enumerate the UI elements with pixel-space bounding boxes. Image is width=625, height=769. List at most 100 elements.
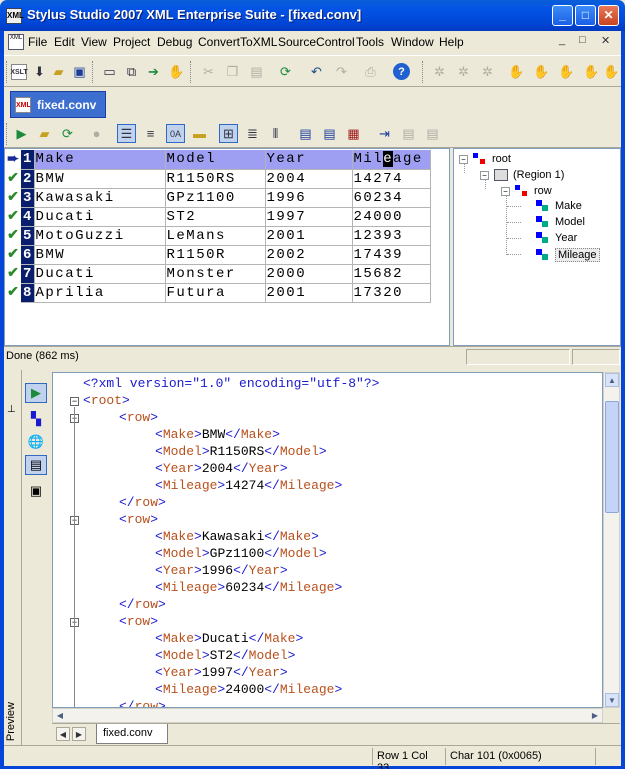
ruler-icon[interactable]: ▬ [190,124,209,143]
code-line[interactable]: <row> [119,512,158,529]
print-icon[interactable]: ⎙ [361,62,380,81]
xslt-icon[interactable]: XSLT [10,64,28,80]
mdi-close-button[interactable]: ✕ [601,34,610,47]
table-row[interactable]: ✔ 6 BMW R1150R 2002 17439 [5,245,431,265]
grid-cell[interactable]: Year [265,150,353,170]
grid-cell[interactable]: Make [34,150,166,170]
preview-rail[interactable]: ⊥ Preview [4,370,22,745]
tree-node-row[interactable]: − row [501,185,552,197]
grid-cell[interactable]: Kawasaki [34,188,166,208]
open-icon[interactable]: ▰ [35,124,54,143]
menu-tools[interactable]: Tools [356,35,384,49]
horizontal-scrollbar[interactable]: ◀ ▶ [52,708,603,723]
code-line[interactable]: <Model>R1150RS</Model> [155,444,327,461]
grid-cell[interactable]: Ducati [34,207,166,227]
paste-icon[interactable]: ▤ [247,62,266,81]
grid-cell[interactable]: 14274 [352,169,431,189]
list-view-icon[interactable]: ☰ [117,124,136,143]
code-line[interactable]: </row> [119,495,166,512]
convert-icon[interactable]: ⟳ [58,124,77,143]
code-line[interactable]: <Model>ST2</Model> [155,648,295,665]
grid-cell[interactable]: BMW [34,245,166,265]
align-left-icon[interactable]: ▤ [296,124,315,143]
debug-stop-icon[interactable]: ✲ [478,62,497,81]
toolbar-grip[interactable] [422,61,425,83]
breakpoint-icon[interactable]: ✋ [507,62,526,81]
text-view-icon[interactable]: ▤ [25,455,47,475]
code-line[interactable]: <row> [119,410,158,427]
grid-cell[interactable]: 2002 [265,245,353,265]
collapse-icon[interactable]: − [480,170,489,180]
row-number[interactable]: 4 [21,207,35,227]
grid-cell[interactable]: 60234 [352,188,431,208]
grid-cell[interactable]: 2001 [265,226,353,246]
grid-cell[interactable]: Futura [165,283,266,303]
grid-cell[interactable]: Monster [165,264,266,284]
grid-cell[interactable]: 17439 [352,245,431,265]
app-icon[interactable]: XML [6,8,24,24]
scroll-right-arrow-icon[interactable]: ▶ [588,709,602,722]
code-line[interactable]: </row> [119,597,166,614]
menu-converttoxml[interactable]: ConvertToXML [198,35,277,49]
table-row[interactable]: ✔ 4 Ducati ST2 1997 24000 [5,207,431,227]
code-line[interactable]: <Mileage>60234</Mileage> [155,580,342,597]
column-lines-icon[interactable]: ⦀ [266,124,285,143]
menu-window[interactable]: Window [391,35,434,49]
grid-cell[interactable]: 2000 [265,264,353,284]
open-folder-icon[interactable]: ▰ [49,62,68,81]
code-line[interactable]: <Model>GPz1100</Model> [155,546,327,563]
copy-icon[interactable]: ❐ [223,62,242,81]
lines-icon[interactable]: ≡ [141,124,160,143]
debug-run-icon[interactable]: ✲ [430,62,449,81]
run-icon[interactable]: ▶ [12,124,31,143]
maximize-button[interactable]: □ [575,5,596,26]
close-button[interactable]: ✕ [598,5,619,26]
tree-node-mileage[interactable]: Mileage [536,248,600,262]
grid-cell[interactable]: MotoGuzzi [34,226,166,246]
scrollbar-thumb[interactable] [605,401,619,513]
refresh-icon[interactable]: ⟳ [276,62,295,81]
document-icon[interactable]: XML [8,34,24,50]
tree-node-make[interactable]: Make [536,200,582,212]
grid-cell[interactable]: R1150RS [165,169,266,189]
collapse-icon[interactable]: − [459,154,468,164]
debug-end-icon[interactable]: ✋ [602,62,621,81]
table-row[interactable]: ➨ 1 Make Model Year Mileage [5,150,431,170]
code-line[interactable]: <?xml version="1.0" encoding="utf-8"?> [83,376,379,393]
step-into-icon[interactable]: ✋ [532,62,551,81]
forward-icon[interactable]: ➔ [144,62,163,81]
save-output-icon[interactable]: ▣ [25,481,47,501]
menu-project[interactable]: Project [113,35,150,49]
grid-cell[interactable]: 2001 [265,283,353,303]
grid-cell[interactable]: LeMans [165,226,266,246]
stop-icon[interactable]: ● [87,124,106,143]
fold-toggle-icon[interactable]: − [70,397,79,406]
grid-cell[interactable]: 17320 [352,283,431,303]
preview-run-icon[interactable]: ▶ [25,383,47,403]
grid-cell[interactable]: Mileage [352,150,431,170]
code-line[interactable]: <Mileage>24000</Mileage> [155,682,342,699]
table-row[interactable]: ✔ 7 Ducati Monster 2000 15682 [5,264,431,284]
menu-help[interactable]: Help [439,35,464,49]
grid-cell[interactable]: Aprilia [34,283,166,303]
menu-edit[interactable]: Edit [54,35,75,49]
vertical-scrollbar[interactable]: ▲ ≡ ▼ [603,372,620,708]
cut-icon[interactable]: ✂ [199,62,218,81]
grid-cell[interactable]: 1997 [265,207,353,227]
grid-cell[interactable]: 12393 [352,226,431,246]
scroll-left-arrow-icon[interactable]: ◀ [53,709,67,722]
table-row[interactable]: ✔ 5 MotoGuzzi LeMans 2001 12393 [5,226,431,246]
row-number[interactable]: 5 [21,226,35,246]
row-number[interactable]: 2 [21,169,35,189]
menu-debug[interactable]: Debug [157,35,192,49]
tab-fixed-conv[interactable]: XML fixed.conv [10,91,106,118]
row-number[interactable]: 3 [21,188,35,208]
step-out-icon[interactable]: ✋ [582,62,601,81]
collapse-icon[interactable]: − [501,186,510,196]
preview-label[interactable]: Preview [5,702,17,741]
pin-icon[interactable]: ⊥ [7,404,16,415]
indent-icon[interactable]: ⇥ [375,124,394,143]
window-icon[interactable]: ▭ [100,62,119,81]
tab-next-icon[interactable]: ▶ [72,727,86,741]
row-number[interactable]: 6 [21,245,35,265]
